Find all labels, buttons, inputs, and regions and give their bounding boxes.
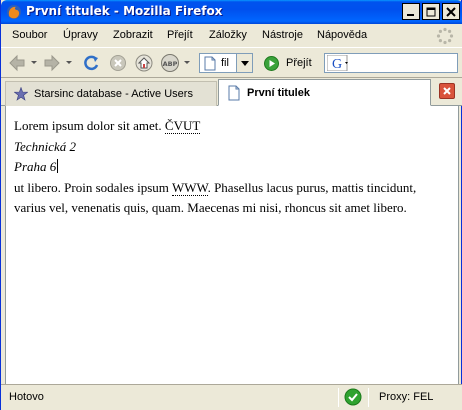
address-street: Technická 2 — [14, 138, 76, 154]
forward-icon[interactable] — [42, 53, 62, 73]
menu-soubor[interactable]: Soubor — [12, 29, 47, 41]
status-text: Hotovo — [9, 391, 44, 403]
maximize-icon — [426, 7, 436, 16]
chevron-down-icon — [240, 60, 249, 66]
paragraph-intro: Lorem ipsum dolor sit amet. ČVUT — [14, 116, 450, 137]
home-icon[interactable] — [134, 53, 154, 73]
intro-text: Lorem ipsum dolor sit amet. — [14, 118, 162, 133]
close-tab-button[interactable] — [439, 83, 455, 99]
menu-upravy[interactable]: Úpravy — [63, 29, 98, 41]
url-bar[interactable]: fil — [199, 53, 253, 73]
svg-text:ABP: ABP — [163, 60, 178, 68]
tab-starsinc[interactable]: Starsinc database - Active Users — [5, 81, 217, 106]
stop-icon[interactable] — [108, 53, 128, 73]
tab-bar: Starsinc database - Active Users První t… — [1, 78, 462, 106]
abbreviation-www: WWW — [171, 179, 208, 196]
minimize-button[interactable] — [402, 3, 420, 20]
menu-bar: Soubor Úpravy Zobrazit Přejít Záložky Ná… — [1, 24, 462, 47]
google-icon[interactable]: G — [327, 55, 349, 71]
tab-label: Starsinc database - Active Users — [34, 88, 193, 100]
text-caret — [57, 159, 59, 173]
abbreviation-cvut: ČVUT — [164, 118, 201, 134]
paragraph-body: ut libero. Proin sodales ipsum WWW. Phas… — [14, 178, 450, 219]
page-icon — [228, 85, 240, 101]
status-bar: Hotovo Proxy: FEL — [1, 384, 462, 410]
throbber-icon — [436, 27, 454, 45]
go-button[interactable]: Přejít — [286, 57, 312, 69]
search-input[interactable]: G — [324, 53, 458, 73]
menu-zalozky[interactable]: Záložky — [209, 29, 247, 41]
tab-label: První titulek — [247, 87, 310, 99]
proxy-status[interactable]: Proxy: FEL — [379, 391, 433, 403]
page-icon — [204, 56, 216, 71]
menu-nastroje[interactable]: Nástroje — [262, 29, 303, 41]
reload-icon[interactable] — [81, 53, 101, 73]
back-dropdown-icon[interactable] — [31, 61, 37, 64]
maximize-button[interactable] — [422, 3, 440, 20]
browser-window: První titulek - Mozilla Firefox Soubor Ú… — [0, 0, 462, 410]
check-icon[interactable] — [344, 388, 362, 406]
back-icon[interactable] — [7, 53, 27, 73]
address: Technická 2 Praha 6 — [14, 137, 450, 178]
url-dropdown-button[interactable] — [236, 54, 252, 72]
url-input[interactable]: fil — [221, 57, 229, 69]
menu-napoveda[interactable]: Nápověda — [317, 29, 367, 41]
go-icon[interactable] — [264, 56, 279, 71]
navigation-toolbar: ABP fil Přejít G — [1, 47, 462, 78]
menu-zobrazit[interactable]: Zobrazit — [113, 29, 153, 41]
svg-text:G: G — [332, 57, 342, 71]
status-divider — [368, 388, 369, 407]
page-content: Lorem ipsum dolor sit amet. ČVUT Technic… — [5, 106, 459, 384]
title-bar[interactable]: První titulek - Mozilla Firefox — [1, 0, 462, 24]
close-icon — [443, 87, 451, 95]
menu-prejit[interactable]: Přejít — [167, 29, 193, 41]
star-icon — [14, 87, 28, 101]
tab-prvni-titulek[interactable]: První titulek — [218, 79, 431, 106]
body-text-start: ut libero. Proin sodales ipsum — [14, 179, 169, 195]
address-city-line: Praha 6 — [14, 157, 450, 178]
status-divider — [338, 388, 339, 407]
firefox-icon — [7, 5, 21, 19]
address-city: Praha 6 — [14, 159, 57, 174]
window-title: První titulek - Mozilla Firefox — [26, 4, 223, 18]
forward-dropdown-icon[interactable] — [66, 61, 72, 64]
minimize-icon — [407, 13, 414, 16]
close-icon — [446, 6, 456, 17]
adblock-dropdown-icon[interactable] — [184, 61, 190, 64]
close-button[interactable] — [442, 3, 460, 20]
adblock-icon[interactable]: ABP — [160, 53, 180, 73]
